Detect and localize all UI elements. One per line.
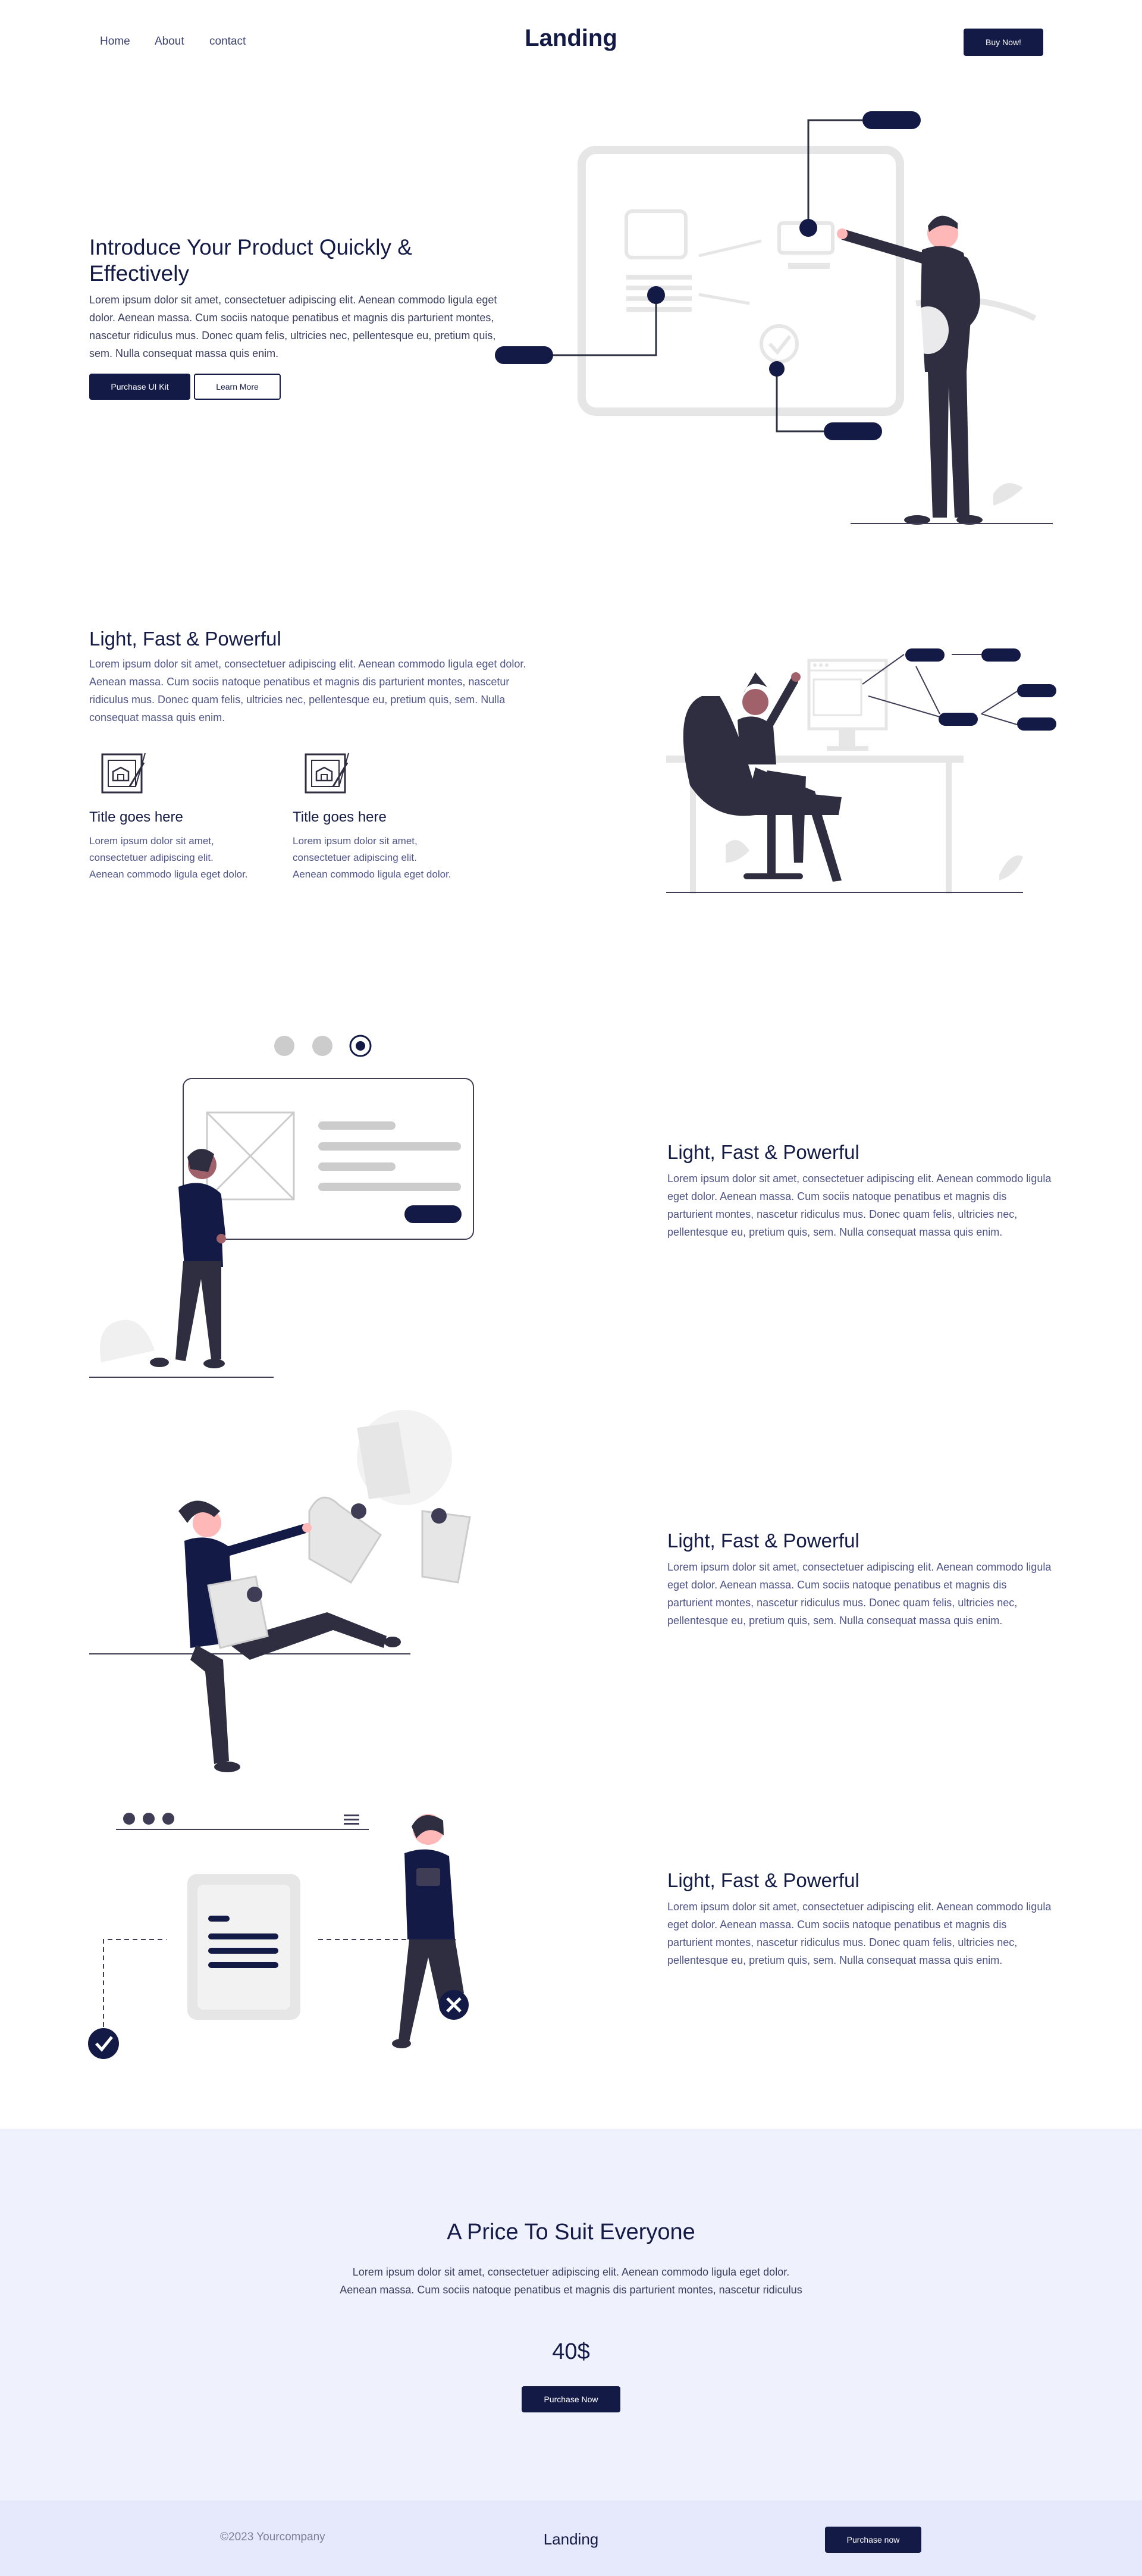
feature-2-title: Title goes here [293, 809, 387, 825]
hero-illustration [495, 111, 1053, 525]
feature-2-text: Lorem ipsum dolor sit amet, consectetuer… [293, 835, 451, 880]
desk-illustration [666, 648, 1056, 894]
row-2-text: Lorem ipsum dolor sit amet, consectetuer… [667, 1561, 1052, 1627]
blueprint-icon [100, 751, 148, 798]
features-title: Light, Fast & Powerful [89, 628, 281, 650]
site-footer: ©2023 Yourcompany Landing Purchase now [0, 2500, 1142, 2576]
hero-text: Lorem ipsum dolor sit amet, consectetuer… [89, 294, 497, 359]
purchase-ui-kit-button[interactable]: Purchase UI Kit [89, 374, 190, 400]
learn-more-button[interactable]: Learn More [194, 374, 281, 400]
pricing-section: A Price To Suit Everyone Lorem ipsum dol… [0, 2129, 1142, 2500]
pricing-text: Lorem ipsum dolor sit amet, consectetuer… [340, 2266, 802, 2296]
feature-1-text: Lorem ipsum dolor sit amet, consectetuer… [89, 835, 248, 880]
row-3-text: Lorem ipsum dolor sit amet, consectetuer… [667, 1901, 1052, 1966]
footer-purchase-button[interactable]: Purchase now [825, 2527, 921, 2553]
feature-1-title: Title goes here [89, 809, 183, 825]
purchase-now-button[interactable]: Purchase Now [522, 2386, 620, 2412]
pricing-title: A Price To Suit Everyone [447, 2220, 695, 2245]
row-1-title: Light, Fast & Powerful [667, 1141, 859, 1163]
documents-illustration [89, 1410, 471, 1772]
hero-title: Introduce Your Product Quickly & Effecti… [89, 235, 412, 286]
price-value: 40$ [552, 2339, 590, 2364]
row-3-title: Light, Fast & Powerful [667, 1869, 859, 1891]
buy-now-button[interactable]: Buy Now! [964, 29, 1043, 56]
row-1-text: Lorem ipsum dolor sit amet, consectetuer… [667, 1173, 1052, 1238]
blueprint-icon [303, 751, 351, 798]
browser-mockup-illustration [89, 1035, 474, 1378]
row-2-title: Light, Fast & Powerful [667, 1530, 859, 1552]
footer-logo[interactable]: Landing [0, 2530, 1142, 2549]
checklist-illustration [88, 1813, 469, 2059]
features-text: Lorem ipsum dolor sit amet, consectetuer… [89, 658, 526, 723]
